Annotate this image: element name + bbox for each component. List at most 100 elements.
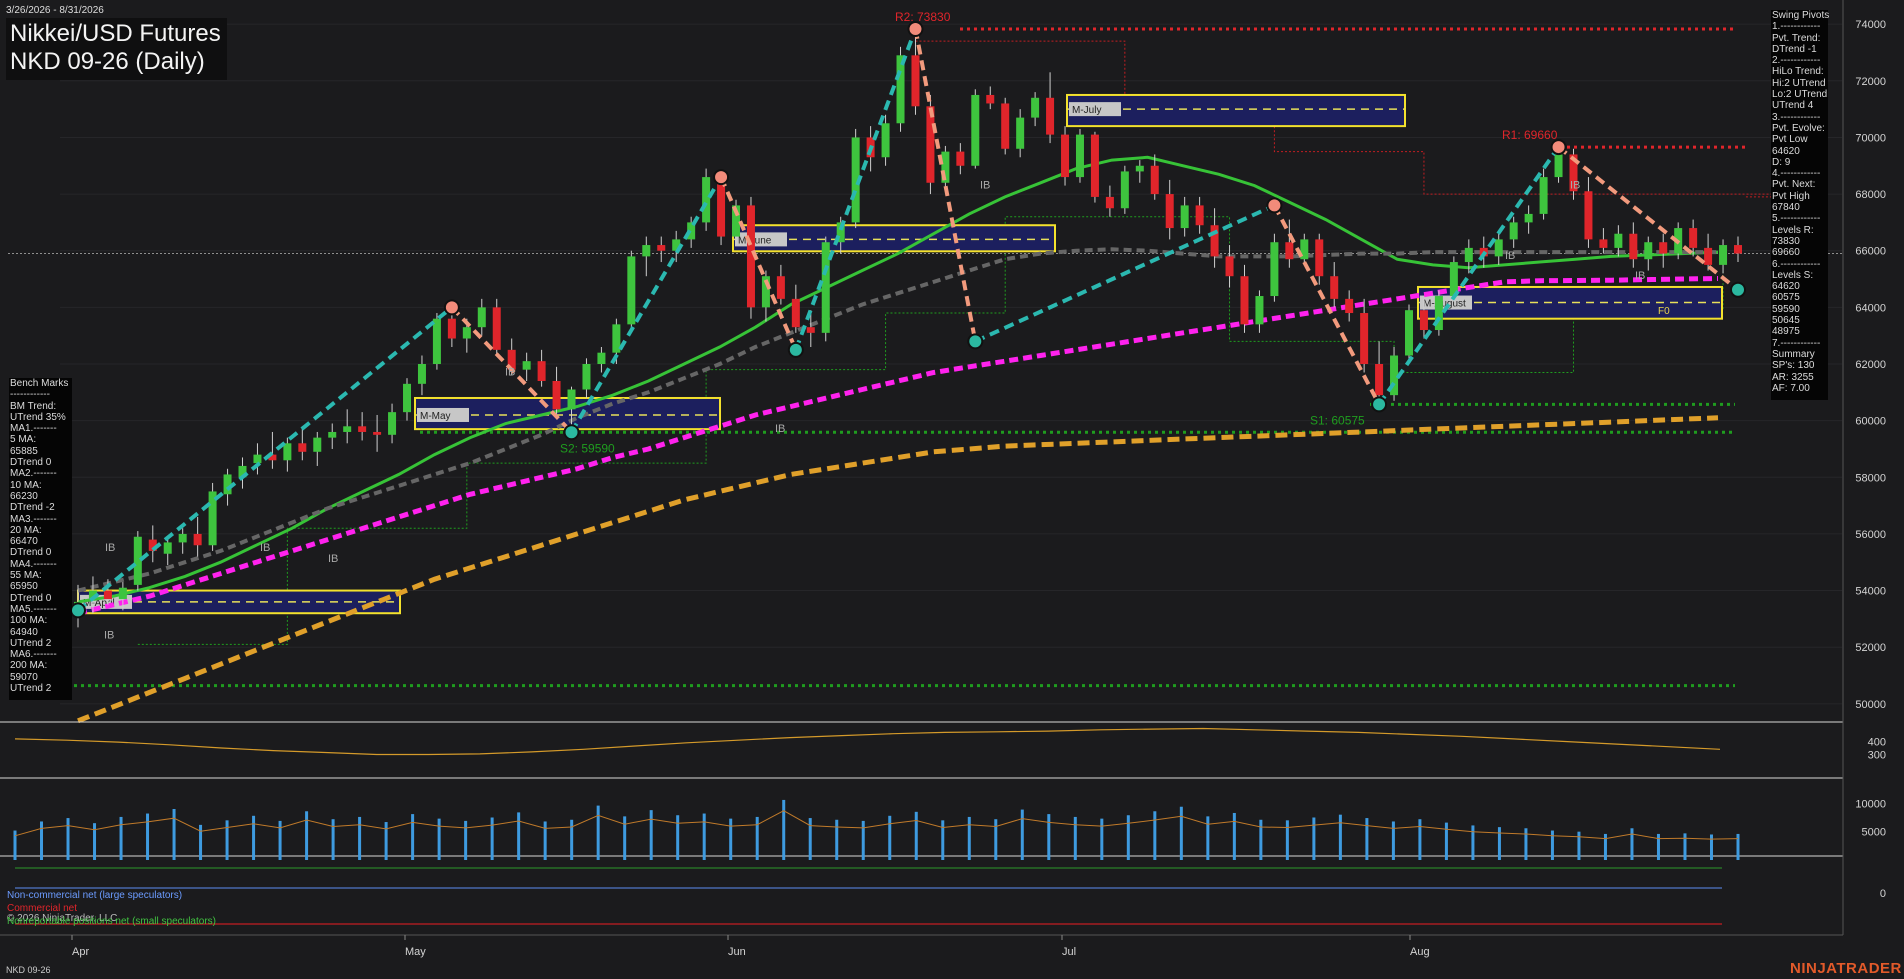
time-tick-label: Jun	[728, 946, 746, 958]
candle-body	[1255, 296, 1264, 325]
ib-label: IB	[328, 553, 338, 565]
swing-low-marker	[967, 333, 984, 350]
f0-label: F0	[1658, 306, 1670, 317]
candle-body	[1270, 242, 1279, 297]
candle-body	[343, 426, 352, 432]
candle-body	[1001, 103, 1010, 149]
panel-line: 59590	[1772, 303, 1800, 315]
volume-bar	[994, 819, 998, 860]
candle-body	[1375, 364, 1384, 396]
volume-bar	[1471, 825, 1475, 860]
volume-bar	[358, 816, 362, 860]
candle-body	[1554, 154, 1563, 178]
candle-body	[1629, 233, 1638, 260]
candle-body	[462, 327, 471, 339]
panel-line: Bench Marks	[10, 378, 69, 389]
volume-bar	[1630, 828, 1634, 860]
candle-body	[1075, 134, 1084, 178]
panel-line: 3.------------	[1772, 111, 1821, 123]
chart-subtitle: NKD 09-26 (Daily)	[10, 48, 205, 75]
candle-body	[1404, 310, 1413, 356]
candle-body	[971, 94, 980, 166]
price-tick-label: 54000	[1855, 586, 1886, 598]
time-tick-label: Apr	[72, 946, 89, 958]
volume-bar	[1047, 814, 1051, 860]
price-tick-label: 68000	[1855, 189, 1886, 201]
volume-bar	[411, 814, 415, 860]
s2-label: S2: 59590	[560, 441, 615, 455]
candle-body	[492, 307, 501, 350]
candle-body	[193, 533, 202, 546]
candle-body	[896, 55, 905, 124]
panel-line: Pvt. Trend:	[1772, 32, 1821, 44]
panel-line: MA5.-------	[10, 603, 57, 615]
volume-bar	[252, 815, 256, 860]
panel-line: 1.------------	[1772, 21, 1821, 33]
volume-bar	[570, 819, 574, 860]
candle-body	[522, 361, 531, 370]
candle-body	[956, 151, 965, 166]
price-tick-label: 62000	[1855, 359, 1886, 371]
candle-body	[283, 443, 292, 461]
candle-body	[1659, 242, 1668, 254]
volume-bar	[1285, 820, 1289, 860]
panel-line: Levels S:	[1772, 269, 1814, 281]
panel-line: Summary	[1772, 348, 1815, 360]
price-tick-label: 56000	[1855, 529, 1886, 541]
candle-body	[1494, 239, 1503, 257]
candle-body	[1195, 205, 1204, 226]
volume-bar	[1232, 812, 1236, 860]
panel-line: 7.------------	[1772, 337, 1821, 349]
chart-title-box: Nikkei/USD Futures NKD 09-26 (Daily)	[6, 18, 227, 80]
panel-line: DTrend 0	[10, 547, 52, 559]
chart-title: Nikkei/USD Futures	[10, 20, 221, 47]
price-tick-label: 70000	[1855, 132, 1886, 144]
volume-bar	[331, 819, 335, 860]
panel-line: Levels R:	[1772, 224, 1814, 236]
volume-bar	[835, 819, 839, 860]
candle-body	[582, 364, 591, 390]
r1-label: R1: 69660	[1502, 128, 1558, 142]
panel-line: 200 MA:	[10, 660, 48, 672]
s1-label: S1: 60575	[1310, 413, 1365, 427]
candle-body	[1180, 205, 1189, 229]
time-tick-label: May	[405, 946, 426, 958]
candle-body	[791, 298, 800, 328]
volume-bar	[93, 823, 97, 860]
swing-low-marker	[1371, 396, 1388, 413]
candle-body	[1210, 225, 1219, 257]
candle-body	[403, 383, 412, 413]
panel-line: 65950	[10, 581, 38, 593]
volume-bar	[1100, 818, 1104, 860]
candle-body	[1345, 298, 1354, 314]
candle-body	[1105, 196, 1114, 209]
volume-bar	[13, 830, 17, 860]
candle-body	[881, 123, 890, 158]
panel-line: MA1.-------	[10, 423, 57, 435]
candle-body	[1165, 194, 1174, 229]
candle-body	[911, 55, 920, 107]
panel-line: 5 MA:	[10, 434, 37, 446]
instrument-footer: NKD 09-26	[6, 965, 51, 975]
candle-body	[776, 276, 785, 299]
volume-bar	[1550, 830, 1554, 860]
legend-nonreportable: Nonreportable positions net (small specu…	[7, 916, 216, 927]
price-tick-label: 60000	[1855, 416, 1886, 428]
volume-bar	[172, 809, 176, 860]
candle-body	[1419, 310, 1428, 331]
candle-body	[118, 587, 127, 600]
volume-bar	[1126, 815, 1130, 860]
panel-line: 67840	[1772, 202, 1800, 214]
candle-body	[1315, 239, 1324, 277]
panel-line: UTrend 2	[10, 637, 52, 649]
candle-body	[567, 389, 576, 410]
panel-line: Swing Pivots	[1772, 10, 1830, 21]
candle-body	[1539, 177, 1548, 214]
swing-high-marker	[907, 20, 924, 37]
panel-line: 48975	[1772, 326, 1800, 338]
candle-body	[537, 361, 546, 381]
candle-body	[552, 380, 561, 410]
volume-bar	[146, 813, 150, 860]
panel-line: 69660	[1772, 247, 1800, 259]
panel-line: 50645	[1772, 315, 1800, 327]
